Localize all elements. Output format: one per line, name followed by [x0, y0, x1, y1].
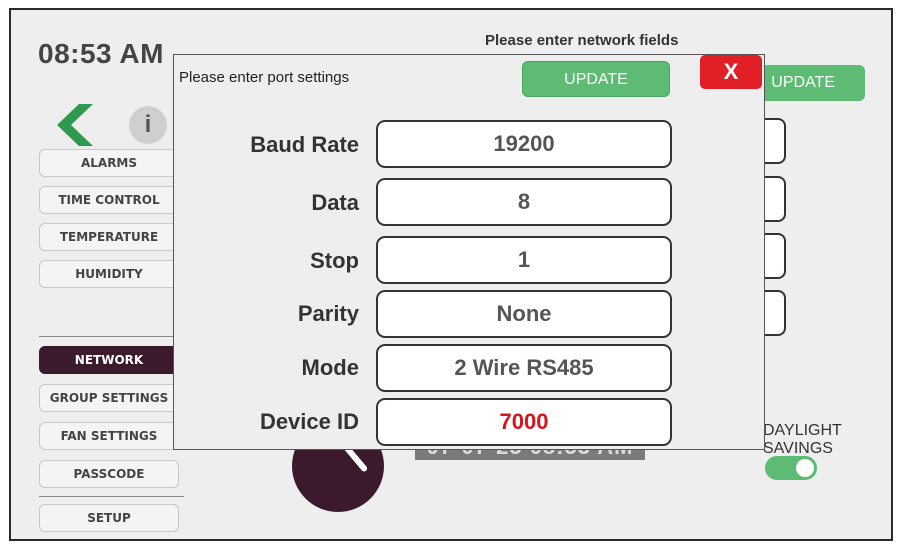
- modal-title: Please enter port settings: [179, 69, 350, 86]
- sidebar-item-time-control[interactable]: TIME CONTROL: [39, 186, 179, 214]
- daylight-savings-toggle[interactable]: [765, 456, 817, 480]
- data-bits-label: Data: [311, 190, 359, 215]
- device-id-field[interactable]: 7000: [376, 398, 672, 446]
- mode-field[interactable]: 2 Wire RS485: [376, 344, 672, 392]
- baud-rate-label: Baud Rate: [250, 132, 359, 157]
- stop-bits-field[interactable]: 1: [376, 236, 672, 284]
- sidebar-item-setup[interactable]: SETUP: [39, 504, 179, 532]
- baud-rate-field[interactable]: 19200: [376, 120, 672, 168]
- stop-bits-label: Stop: [310, 248, 359, 273]
- device-id-label: Device ID: [259, 409, 359, 434]
- network-update-button[interactable]: UPDATE: [751, 65, 865, 101]
- back-arrow-icon[interactable]: [49, 102, 95, 148]
- sidebar-item-network[interactable]: NETWORK: [39, 346, 179, 374]
- data-bits-field[interactable]: 8: [376, 178, 672, 226]
- parity-field[interactable]: None: [376, 290, 672, 338]
- clock-time: 08:53 AM: [38, 38, 164, 69]
- sidebar-divider: [39, 496, 184, 497]
- toggle-knob: [796, 459, 814, 477]
- sidebar-item-alarms[interactable]: ALARMS: [39, 149, 179, 177]
- sidebar-divider: [39, 336, 184, 337]
- sidebar-item-temperature[interactable]: TEMPERATURE: [39, 223, 179, 251]
- network-page-title: Please enter network fields: [485, 32, 679, 49]
- sidebar-item-passcode[interactable]: PASSCODE: [39, 460, 179, 488]
- sidebar-item-humidity[interactable]: HUMIDITY: [39, 260, 179, 288]
- device-screen: 08:53 AM i ALARMS TIME CONTROL TEMPERATU…: [9, 8, 893, 541]
- close-icon[interactable]: X: [700, 55, 762, 89]
- parity-label: Parity: [297, 301, 359, 326]
- sidebar-item-group-settings[interactable]: GROUP SETTINGS: [39, 384, 179, 412]
- sidebar-item-fan-settings[interactable]: FAN SETTINGS: [39, 422, 179, 450]
- port-settings-modal: Please enter port settings UPDATE X Baud…: [173, 54, 765, 450]
- daylight-savings-label: DAYLIGHT SAVINGS: [763, 422, 842, 457]
- info-button[interactable]: i: [129, 106, 167, 144]
- mode-label: Mode: [301, 355, 359, 380]
- modal-update-button[interactable]: UPDATE: [522, 61, 670, 97]
